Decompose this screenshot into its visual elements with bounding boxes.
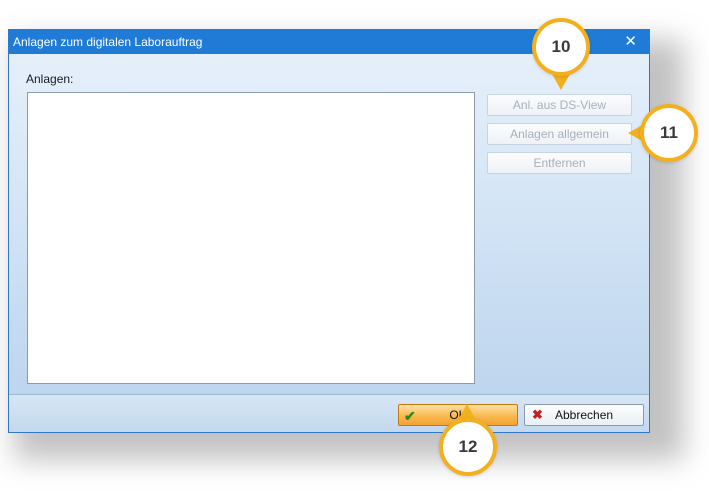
screenshot-stage: Anlagen zum digitalen Laborauftrag ✕ Anl… xyxy=(0,0,709,494)
attachments-list[interactable] xyxy=(27,92,475,384)
close-icon[interactable]: ✕ xyxy=(624,30,637,54)
cancel-button[interactable]: ✖ Abbrechen xyxy=(524,404,644,426)
attach-from-ds-view-button[interactable]: Anl. aus DS-View xyxy=(487,94,632,116)
callout-10-pointer xyxy=(552,74,570,90)
dialog-title: Anlagen zum digitalen Laborauftrag xyxy=(13,35,203,49)
remove-button[interactable]: Entfernen xyxy=(487,152,632,174)
callout-badge-12: 12 xyxy=(439,418,497,476)
cancel-button-label: Abbrechen xyxy=(555,408,614,422)
general-attachments-button[interactable]: Anlagen allgemein xyxy=(487,123,632,145)
x-icon: ✖ xyxy=(532,407,543,422)
attachments-label: Anlagen: xyxy=(26,72,74,86)
callout-badge-11: 11 xyxy=(640,104,698,162)
callout-badge-10: 10 xyxy=(532,18,590,76)
